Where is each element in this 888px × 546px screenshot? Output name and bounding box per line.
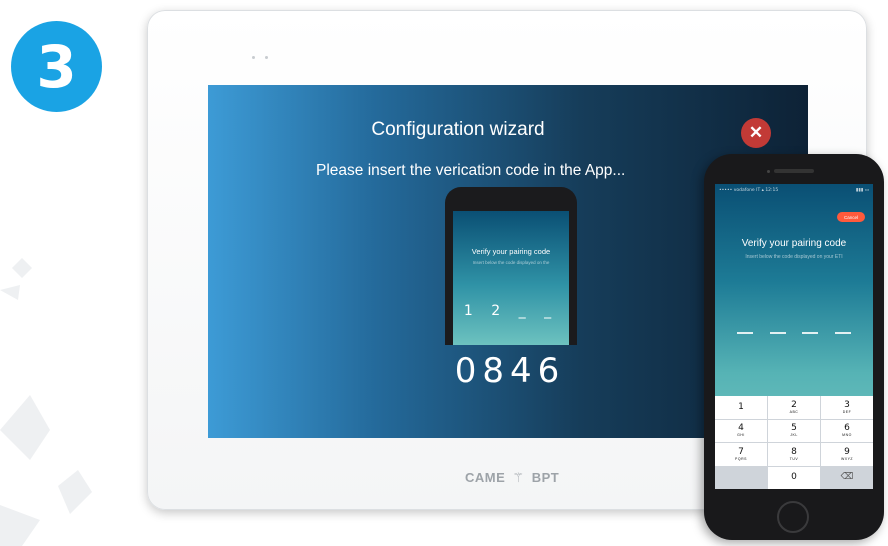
decor-diamond-icon <box>12 258 32 278</box>
mini-phone-illustration: Verify your pairing code Insert below th… <box>445 187 577 345</box>
smartphone: ••••• vodafone IT ▴ 12:15 ▮▮▮ ▭ Cancel V… <box>704 154 884 540</box>
keypad-key-3[interactable]: 3 DEF <box>821 396 873 419</box>
status-bar: ••••• vodafone IT ▴ 12:15 ▮▮▮ ▭ <box>719 188 869 196</box>
decorative-diamonds <box>0 258 92 546</box>
decor-shard-icon <box>0 505 40 546</box>
verification-code: 0846 <box>454 351 566 391</box>
keypad-key-7[interactable]: 7 PQRS <box>715 443 767 466</box>
tablet-sensors <box>252 46 278 64</box>
earpiece <box>774 169 814 173</box>
decor-diamond-icon <box>58 470 92 514</box>
wizard-title: Configuration wizard <box>371 119 545 140</box>
mini-phone-subtitle: Insert below the code displayed on the <box>472 260 550 265</box>
keypad-key-8[interactable]: 8 TUV <box>768 443 820 466</box>
code-slot[interactable] <box>802 332 819 334</box>
mini-phone-screen: Verify your pairing code Insert below th… <box>453 211 569 345</box>
keypad-key-6[interactable]: 6 MNO <box>821 419 873 442</box>
brand-logo: CAME ⚚ BPT <box>465 470 559 486</box>
home-button[interactable] <box>777 501 809 533</box>
code-input-slots[interactable] <box>737 332 851 334</box>
came-logo-icon: ⚚ <box>512 470 525 485</box>
numeric-keypad: 1 2 ABC 3 DEF 4 GHI 5 JKL 6 MNO 7 PQRS 8 TUV 9W… <box>715 396 873 489</box>
keypad-key-1[interactable]: 1 <box>715 396 767 419</box>
camera-icon <box>767 170 770 173</box>
code-slot[interactable] <box>834 332 851 334</box>
decor-shard-icon <box>0 285 20 300</box>
mini-phone-partial-code: 1 2 _ _ <box>463 303 559 319</box>
close-button[interactable]: ✕ <box>741 118 771 148</box>
pairing-title: Verify your pairing code <box>741 238 847 249</box>
decor-diamond-icon <box>0 395 50 460</box>
code-slot[interactable] <box>737 332 753 334</box>
phone-screen: ••••• vodafone IT ▴ 12:15 ▮▮▮ ▭ Cancel V… <box>715 184 873 489</box>
battery-icon: ▮▮▮ ▭ <box>855 188 869 193</box>
code-slot[interactable] <box>769 332 786 334</box>
keypad-key-blank <box>715 466 767 489</box>
brand-left-text: CAME <box>465 470 506 485</box>
close-icon: ✕ <box>748 123 764 142</box>
backspace-icon: ⌫ <box>840 472 854 483</box>
keypad-key-0[interactable]: 0 <box>768 466 820 489</box>
keypad-key-4[interactable]: 4 GHI <box>715 419 767 442</box>
pairing-subtitle: Insert below the code displayed on your … <box>745 254 843 260</box>
keypad-key-9[interactable]: 9 WXYZ <box>821 443 873 466</box>
brand-right-text: BPT <box>531 470 560 485</box>
keypad-delete-button[interactable]: ⌫ <box>821 466 873 489</box>
keypad-key-5[interactable]: 5 JKL <box>768 419 820 442</box>
cancel-button[interactable]: Cancel <box>837 212 865 222</box>
status-carrier: ••••• vodafone IT ▴ 12:15 <box>719 188 779 193</box>
wizard-message: Please insert the vericatiɔn code in the… <box>316 162 626 179</box>
keypad-key-2[interactable]: 2 ABC <box>768 396 820 419</box>
mini-phone-title: Verify your pairing code <box>471 247 551 256</box>
